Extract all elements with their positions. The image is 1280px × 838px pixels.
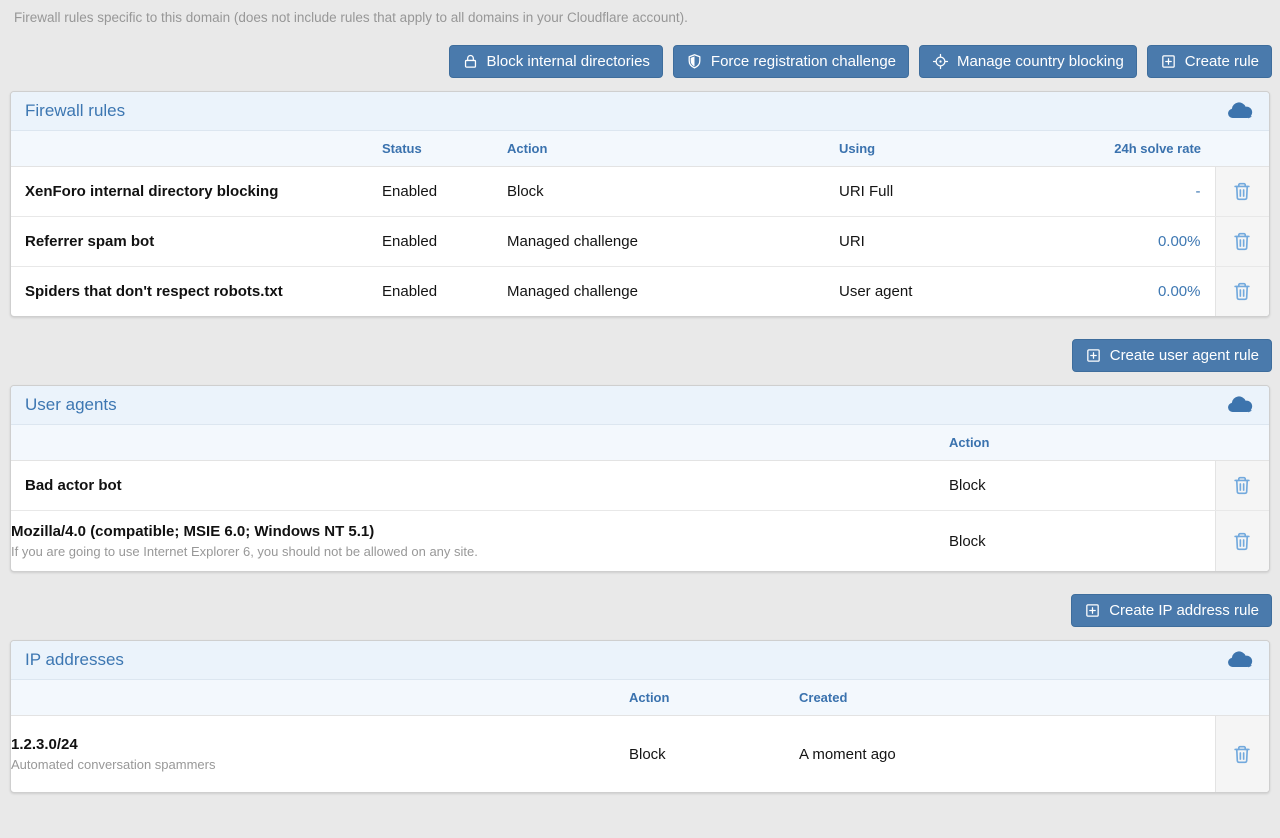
column-header-solve-rate: 24h solve rate bbox=[1079, 131, 1215, 167]
firewall-rules-table: Status Action Using 24h solve rate XenFo… bbox=[11, 131, 1269, 316]
user-agents-header: User agents bbox=[11, 386, 1269, 425]
rule-name: Referrer spam bot bbox=[25, 233, 154, 250]
button-label: Block internal directories bbox=[487, 53, 650, 70]
trash-icon bbox=[1231, 180, 1253, 203]
user-agent-name: Bad actor bot bbox=[25, 477, 122, 494]
cloudflare-cloud-icon bbox=[1227, 102, 1255, 120]
create-user-agent-rule-button[interactable]: Create user agent rule bbox=[1072, 339, 1272, 372]
force-registration-challenge-button[interactable]: Force registration challenge bbox=[673, 45, 909, 78]
table-row: Spiders that don't respect robots.txt En… bbox=[11, 267, 1269, 317]
section-title: Firewall rules bbox=[25, 101, 125, 121]
button-label: Manage country blocking bbox=[957, 53, 1124, 70]
table-header-row: Action Created bbox=[11, 680, 1269, 716]
rule-action: Managed challenge bbox=[507, 217, 839, 267]
firewall-rules-header: Firewall rules bbox=[11, 92, 1269, 131]
user-agent-action: Block bbox=[949, 511, 1215, 572]
create-ip-address-rule-button[interactable]: Create IP address rule bbox=[1071, 594, 1272, 627]
button-label: Force registration challenge bbox=[711, 53, 896, 70]
button-label: Create IP address rule bbox=[1109, 602, 1259, 619]
column-header-action: Action bbox=[629, 680, 799, 716]
trash-icon bbox=[1231, 230, 1253, 253]
rule-status: Enabled bbox=[382, 167, 507, 217]
plus-square-icon bbox=[1085, 347, 1102, 364]
rule-using: URI bbox=[839, 217, 1079, 267]
block-internal-directories-button[interactable]: Block internal directories bbox=[449, 45, 663, 78]
column-header-action: Action bbox=[507, 131, 839, 167]
delete-rule-button[interactable] bbox=[1227, 276, 1257, 307]
solve-rate-link[interactable]: 0.00% bbox=[1158, 233, 1201, 250]
button-label: Create rule bbox=[1185, 53, 1259, 70]
delete-user-agent-button[interactable] bbox=[1227, 526, 1257, 557]
column-header-delete bbox=[1215, 680, 1269, 716]
table-row: 1.2.3.0/24 Automated conversation spamme… bbox=[11, 716, 1269, 793]
table-row: Bad actor bot Block bbox=[11, 461, 1269, 511]
solve-rate-link[interactable]: - bbox=[1196, 183, 1201, 200]
column-header-delete bbox=[1215, 131, 1269, 167]
trash-icon bbox=[1231, 280, 1253, 303]
column-header-name bbox=[11, 131, 382, 167]
table-header-row: Action bbox=[11, 425, 1269, 461]
rule-status: Enabled bbox=[382, 267, 507, 317]
rule-using: URI Full bbox=[839, 167, 1079, 217]
delete-rule-button[interactable] bbox=[1227, 176, 1257, 207]
trash-icon bbox=[1231, 530, 1253, 553]
toolbar: Block internal directories Force registr… bbox=[8, 45, 1272, 78]
user-agent-name: Mozilla/4.0 (compatible; MSIE 6.0; Windo… bbox=[11, 523, 374, 540]
column-header-name bbox=[11, 425, 949, 461]
shield-icon bbox=[686, 53, 703, 70]
user-agents-table: Action Bad actor bot Block bbox=[11, 425, 1269, 571]
rule-action: Managed challenge bbox=[507, 267, 839, 317]
ip-address-created: A moment ago bbox=[799, 716, 1215, 793]
rule-status: Enabled bbox=[382, 217, 507, 267]
delete-rule-button[interactable] bbox=[1227, 226, 1257, 257]
table-row: Mozilla/4.0 (compatible; MSIE 6.0; Windo… bbox=[11, 511, 1269, 572]
table-header-row: Status Action Using 24h solve rate bbox=[11, 131, 1269, 167]
manage-country-blocking-button[interactable]: Manage country blocking bbox=[919, 45, 1137, 78]
rule-action: Block bbox=[507, 167, 839, 217]
section-title: User agents bbox=[25, 395, 117, 415]
crosshair-icon bbox=[932, 53, 949, 70]
user-agents-section: User agents Action Bad actor bot Block bbox=[10, 385, 1270, 572]
section-title: IP addresses bbox=[25, 650, 124, 670]
rule-name: XenForo internal directory blocking bbox=[25, 183, 278, 200]
solve-rate-link[interactable]: 0.00% bbox=[1158, 283, 1201, 300]
column-header-action: Action bbox=[949, 425, 1215, 461]
cloudflare-cloud-icon bbox=[1227, 651, 1255, 669]
create-rule-button[interactable]: Create rule bbox=[1147, 45, 1272, 78]
column-header-status: Status bbox=[382, 131, 507, 167]
create-ip-address-row: Create IP address rule bbox=[8, 594, 1272, 627]
ip-address-description: Automated conversation spammers bbox=[11, 757, 629, 772]
delete-user-agent-button[interactable] bbox=[1227, 470, 1257, 501]
lock-icon bbox=[462, 53, 479, 70]
ip-addresses-section: IP addresses Action Created 1.2.3.0/24 A… bbox=[10, 640, 1270, 793]
rule-name: Spiders that don't respect robots.txt bbox=[25, 283, 283, 300]
button-label: Create user agent rule bbox=[1110, 347, 1259, 364]
plus-square-icon bbox=[1160, 53, 1177, 70]
firewall-rules-section: Firewall rules Status Action Using 24h s… bbox=[10, 91, 1270, 317]
trash-icon bbox=[1231, 743, 1253, 766]
create-user-agent-row: Create user agent rule bbox=[8, 339, 1272, 372]
user-agent-action: Block bbox=[949, 461, 1215, 511]
plus-square-icon bbox=[1084, 602, 1101, 619]
table-row: Referrer spam bot Enabled Managed challe… bbox=[11, 217, 1269, 267]
trash-icon bbox=[1231, 474, 1253, 497]
column-header-name bbox=[11, 680, 629, 716]
ip-address-name: 1.2.3.0/24 bbox=[11, 736, 78, 753]
user-agent-description: If you are going to use Internet Explore… bbox=[11, 544, 949, 559]
rule-using: User agent bbox=[839, 267, 1079, 317]
ip-addresses-header: IP addresses bbox=[11, 641, 1269, 680]
table-row: XenForo internal directory blocking Enab… bbox=[11, 167, 1269, 217]
column-header-delete bbox=[1215, 425, 1269, 461]
delete-ip-address-button[interactable] bbox=[1227, 739, 1257, 770]
column-header-created: Created bbox=[799, 680, 1215, 716]
page-description: Firewall rules specific to this domain (… bbox=[14, 10, 1266, 25]
column-header-using: Using bbox=[839, 131, 1079, 167]
ip-address-action: Block bbox=[629, 716, 799, 793]
cloudflare-cloud-icon bbox=[1227, 396, 1255, 414]
ip-addresses-table: Action Created 1.2.3.0/24 Automated conv… bbox=[11, 680, 1269, 792]
